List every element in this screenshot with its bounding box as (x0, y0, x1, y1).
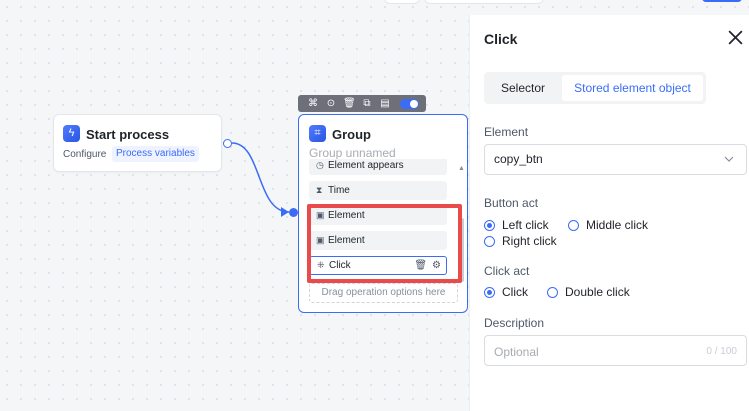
node-title: Group (332, 127, 371, 142)
click-icon: ⁜ (317, 260, 325, 270)
description-input[interactable]: Optional 0 / 100 (484, 335, 747, 366)
element-icon: ▣ (316, 235, 325, 245)
panel-title: Click (484, 31, 518, 47)
command-icon[interactable]: ⌘ (307, 95, 319, 112)
stop-icon[interactable]: ⊙ (325, 95, 337, 112)
group-icon: ⌗ (309, 125, 326, 142)
enable-toggle[interactable] (400, 98, 419, 109)
radio-dot (484, 235, 495, 247)
drop-zone[interactable]: Drag operation options here (309, 283, 458, 303)
output-port[interactable] (223, 139, 232, 148)
hourglass-icon: ⧗ (316, 185, 323, 195)
process-variables-link[interactable]: Process variables (112, 146, 199, 162)
tab-selector[interactable]: Selector (487, 75, 559, 101)
radio-dot (568, 219, 579, 231)
node-title: Start process (86, 127, 170, 142)
chevron-down-icon (724, 156, 734, 162)
operation-list: ◷ Element appears ⧗ Time ▣ Element ▣ Element… (307, 159, 459, 282)
radio-double-click[interactable]: Double click (547, 285, 630, 299)
input-port[interactable] (289, 208, 298, 217)
element-label: Element (484, 125, 529, 139)
scroll-up-icon[interactable]: ▲ (458, 165, 465, 172)
tab-stored-element[interactable]: Stored element object (562, 75, 703, 101)
close-icon[interactable] (727, 29, 744, 46)
element-value: copy_btn (494, 152, 543, 166)
element-select[interactable]: copy_btn (484, 144, 747, 175)
clock-icon: ◷ (316, 160, 324, 170)
radio-dot (484, 219, 495, 231)
list-item[interactable]: ⧗ Time (309, 181, 447, 200)
config-icon[interactable]: ▤ (379, 95, 391, 112)
list-item[interactable]: ◷ Element appears (309, 159, 447, 175)
group-subtitle: Group unnamed (309, 146, 396, 160)
settings-icon[interactable]: ⚙ (432, 260, 441, 271)
radio-left-click[interactable]: Left click (484, 218, 549, 232)
mode-segmented-control: Selector Stored element object (484, 72, 706, 104)
scrollbar[interactable] (460, 218, 464, 282)
radio-click[interactable]: Click (484, 285, 528, 299)
radio-dot (484, 286, 495, 298)
click-act-label: Click act (484, 264, 530, 278)
description-placeholder: Optional (494, 345, 539, 359)
copy-icon[interactable]: ⧉ (361, 95, 373, 112)
start-process-node[interactable]: ϟ Start process Configure Process variab… (53, 114, 222, 172)
list-item[interactable]: ▣ Element (309, 206, 447, 225)
radio-right-click[interactable]: Right click (484, 234, 557, 248)
char-counter: 0 / 100 (706, 346, 737, 357)
trash-icon[interactable]: 🗑 (414, 260, 427, 271)
properties-panel: Click Selector Stored element object Ele… (469, 15, 749, 411)
radio-dot (547, 286, 558, 298)
lightning-icon: ϟ (63, 125, 80, 142)
group-node[interactable]: ⌗ Group Group unnamed ◷ Element appears ⧗… (298, 114, 468, 313)
list-item[interactable]: ▣ Element (309, 231, 447, 250)
configure-label: Configure (63, 149, 107, 160)
group-toolbar: ⌘ ⊙ 🗑 ⧉ ▤ (298, 95, 426, 112)
element-icon: ▣ (316, 210, 325, 220)
description-label: Description (484, 316, 545, 330)
radio-middle-click[interactable]: Middle click (568, 218, 648, 232)
button-act-label: Button act (484, 196, 539, 210)
list-item-selected[interactable]: ⁜ Click 🗑 ⚙ (309, 256, 447, 275)
trash-icon[interactable]: 🗑 (343, 95, 356, 112)
